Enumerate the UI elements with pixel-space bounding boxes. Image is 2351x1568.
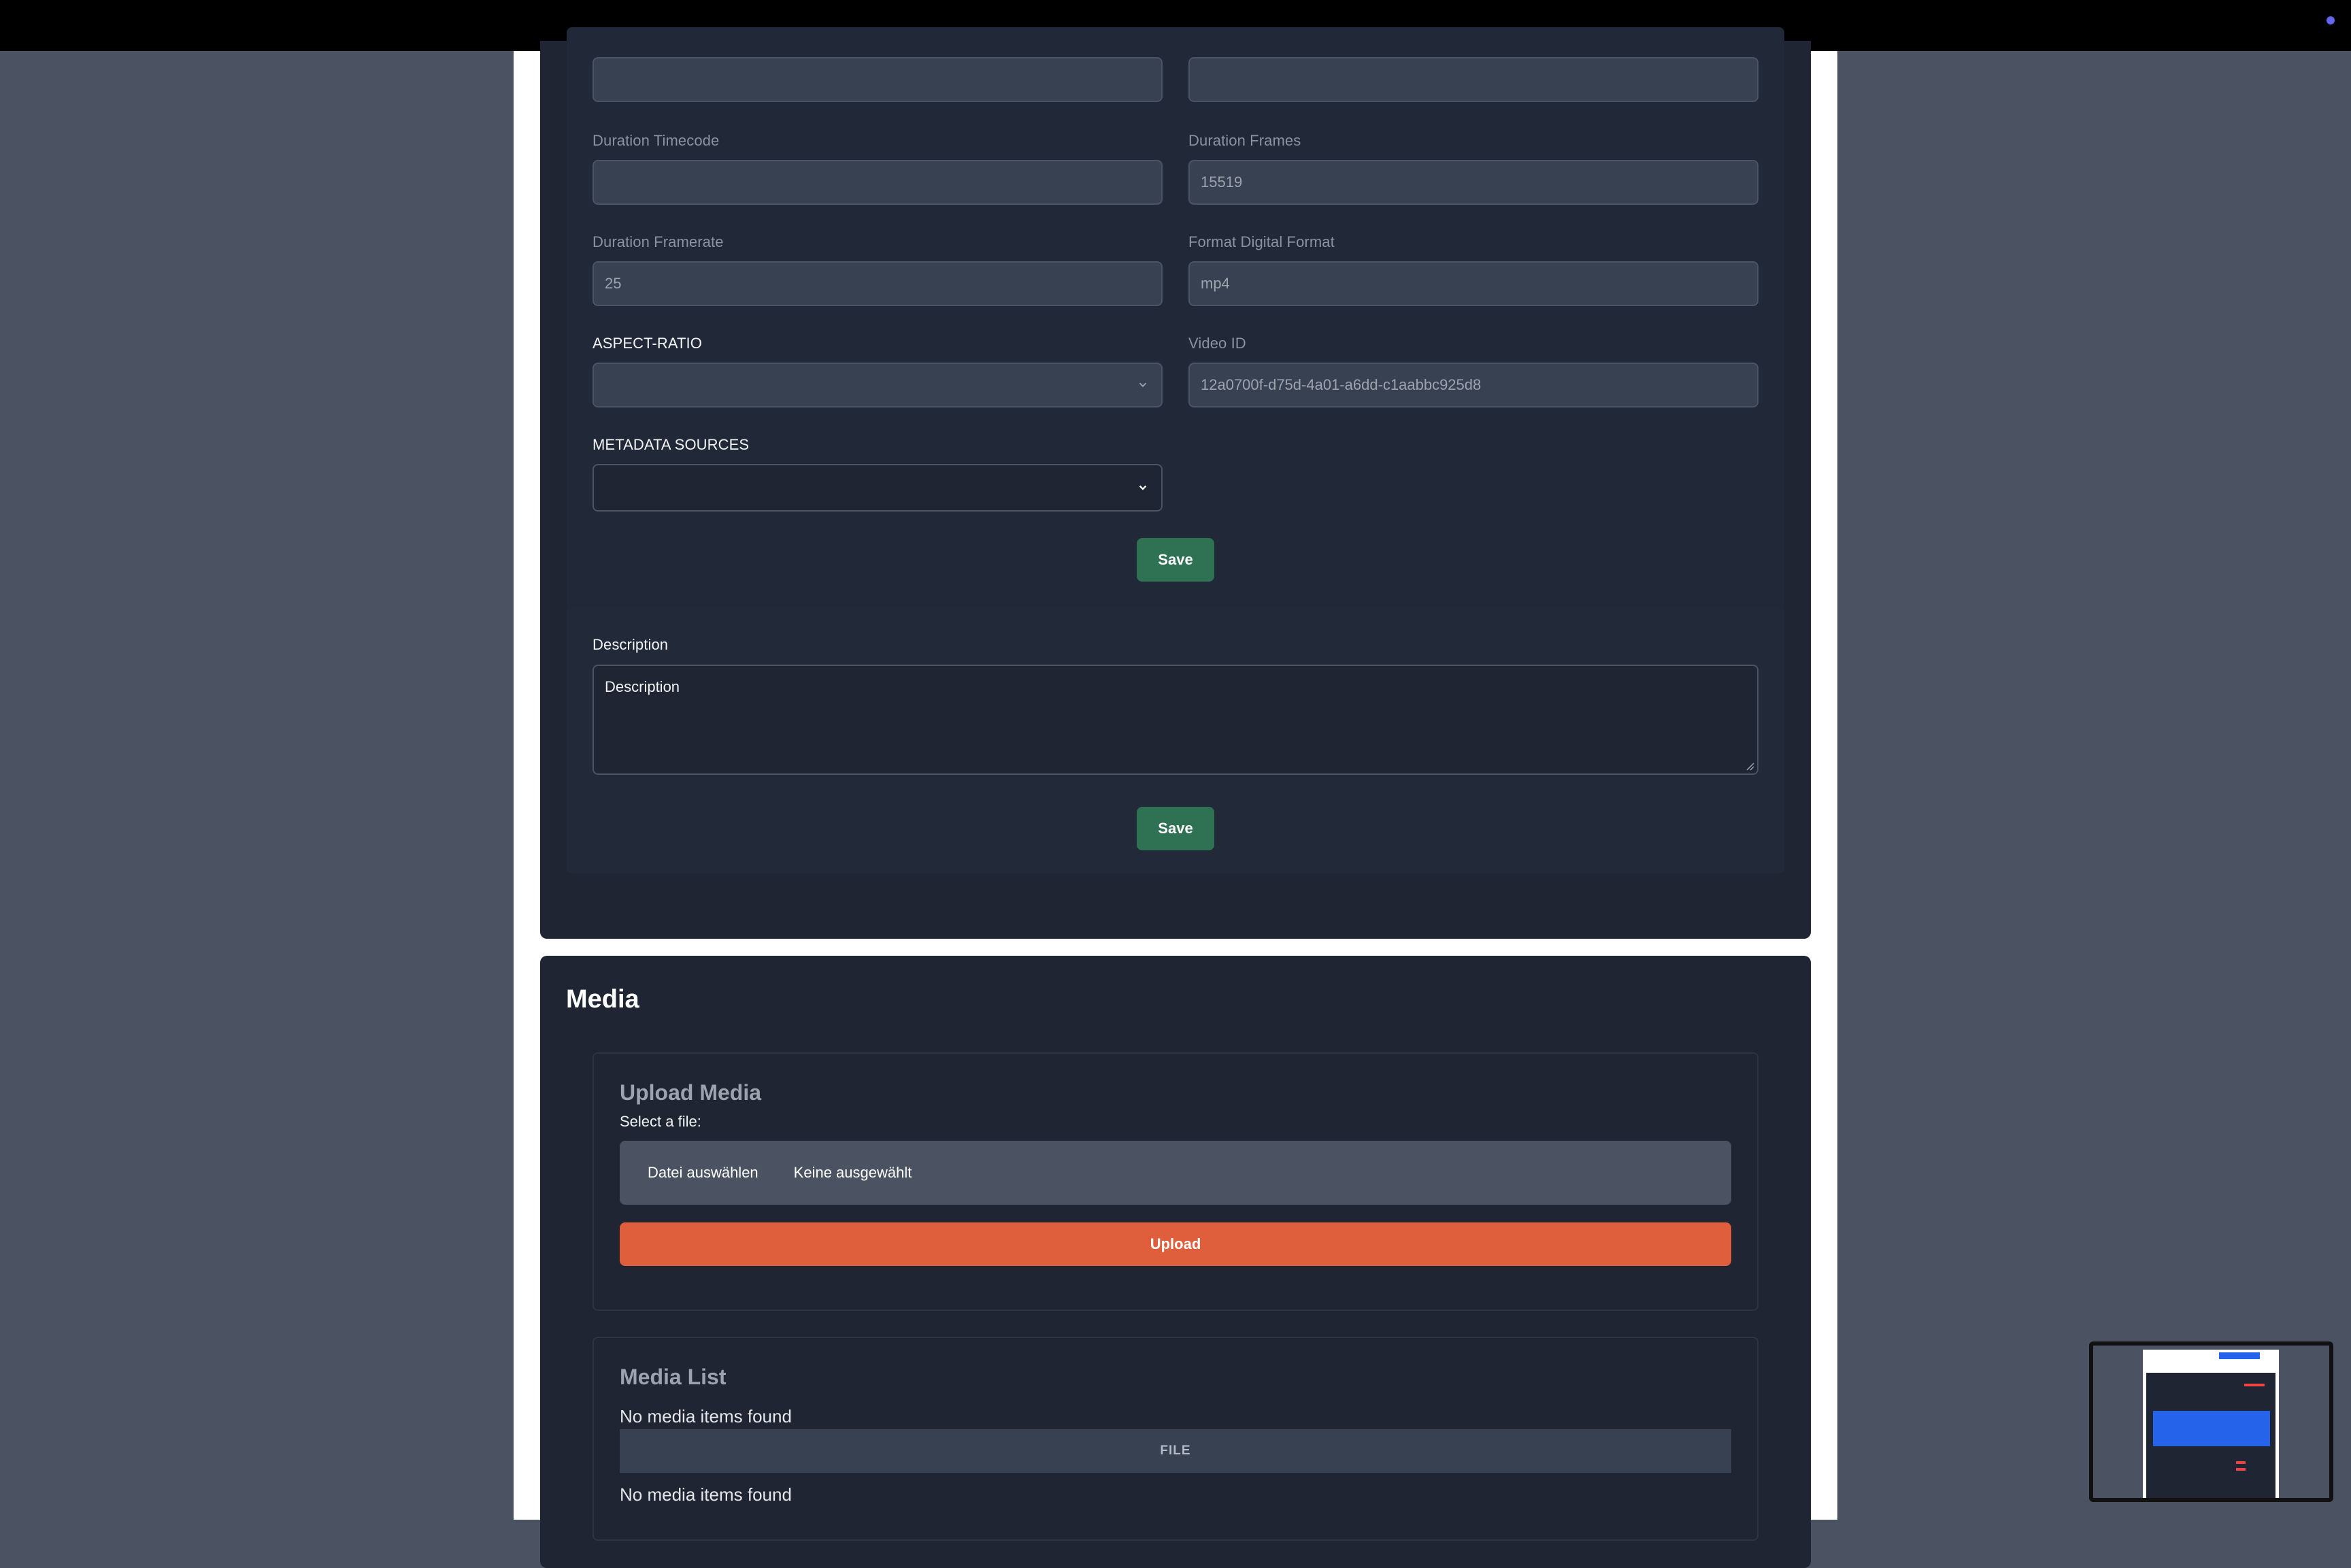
duration-frames-label: Duration Frames	[1188, 132, 1301, 149]
minimap-accent-bar	[2236, 1468, 2246, 1471]
minimap-table-block	[2153, 1411, 2270, 1446]
duration-timecode-label: Duration Timecode	[593, 132, 720, 149]
duration-timecode-input[interactable]	[593, 160, 1163, 205]
video-id-input[interactable]: 12a0700f-d75d-4a01-a6dd-c1aabbc925d8	[1188, 363, 1758, 407]
format-digital-format-input[interactable]: mp4	[1188, 261, 1758, 306]
format-digital-format-label: Format Digital Format	[1188, 233, 1335, 250]
duration-framerate-label: Duration Framerate	[593, 233, 724, 250]
empty-media-message: No media items found	[620, 1406, 792, 1427]
page-minimap[interactable]	[2089, 1341, 2333, 1502]
upload-button[interactable]: Upload	[620, 1222, 1731, 1266]
save-metadata-button[interactable]: Save	[1137, 538, 1214, 582]
chevron-down-icon	[1139, 485, 1147, 490]
aspect-ratio-select[interactable]	[593, 363, 1163, 407]
duration-frames-input[interactable]: 15519	[1188, 160, 1758, 205]
description-label: Description	[593, 636, 669, 653]
unlabeled-field-right[interactable]	[1188, 57, 1758, 102]
duration-framerate-input[interactable]: 25	[593, 261, 1163, 306]
minimap-accent-bar	[2244, 1384, 2265, 1386]
video-id-label: Video ID	[1188, 335, 1246, 352]
table-header-file: FILE	[620, 1429, 1731, 1473]
media-title: Media	[566, 985, 639, 1014]
description-placeholder: Description	[605, 678, 680, 695]
save-description-button[interactable]: Save	[1137, 807, 1214, 850]
chevron-down-icon	[1139, 382, 1147, 388]
minimap-header-block	[2219, 1352, 2260, 1359]
resize-handle-icon[interactable]	[1745, 761, 1754, 771]
metadata-sources-label: METADATA SOURCES	[593, 436, 750, 453]
description-textarea[interactable]: Description	[593, 665, 1758, 775]
file-status-text: Keine ausgewählt	[793, 1164, 912, 1181]
upload-media-heading: Upload Media	[620, 1080, 762, 1105]
status-dot	[2327, 16, 2335, 24]
choose-file-button[interactable]: Datei auswählen	[648, 1164, 758, 1182]
unlabeled-field-left[interactable]	[593, 57, 1163, 102]
empty-media-message-bottom: No media items found	[620, 1484, 792, 1505]
select-file-label: Select a file:	[620, 1113, 701, 1130]
aspect-ratio-label: ASPECT-RATIO	[593, 335, 702, 352]
minimap-accent-bar	[2236, 1461, 2246, 1464]
file-input[interactable]: Datei auswählen Keine ausgewählt	[620, 1141, 1731, 1205]
metadata-section	[567, 27, 1784, 622]
media-list-heading: Media List	[620, 1365, 727, 1389]
metadata-sources-select[interactable]	[593, 464, 1163, 512]
